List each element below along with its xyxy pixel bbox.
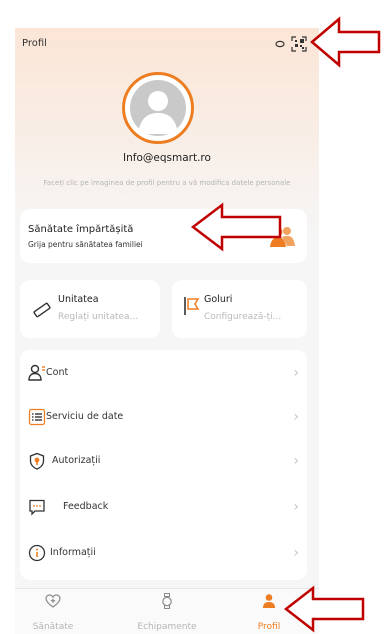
annotation-arrow-icon [283, 585, 365, 633]
list-icon [28, 408, 46, 426]
heart-plus-icon [45, 594, 61, 608]
watch-icon [162, 593, 172, 609]
info-icon [28, 544, 46, 562]
chevron-right-icon: › [293, 499, 299, 515]
menu-item-information[interactable]: Informații › [20, 534, 307, 572]
goals-label: Goluri [204, 294, 233, 305]
unit-label: Unitatea [58, 294, 99, 305]
settings-menu: Cont › Serviciu de date › Autorizații › … [20, 350, 307, 580]
page-title: Profil [22, 38, 47, 49]
unit-subtitle: Reglați unitatea... [58, 312, 139, 322]
flag-icon [184, 297, 200, 315]
shield-icon [29, 452, 45, 470]
person-icon [263, 594, 275, 608]
menu-item-account[interactable]: Cont › [20, 354, 307, 392]
goals-subtitle: Configurează-ți... [204, 312, 282, 322]
chevron-right-icon: › [293, 453, 299, 469]
goals-tile[interactable]: Goluri Configurează-ți... [172, 280, 307, 338]
app-header: Profil [15, 36, 319, 56]
menu-label-account: Cont [46, 367, 69, 378]
header-icons [275, 36, 307, 52]
user-icon [28, 364, 45, 381]
tab-label-health: Sănătate [32, 622, 74, 632]
phone-screen: Profil Info@eqsmart.ro Faceți clic pe im… [15, 28, 319, 634]
menu-item-data-service[interactable]: Serviciu de date › [20, 398, 307, 436]
tab-equipment[interactable]: Echipamente [129, 593, 205, 632]
avatar[interactable] [122, 72, 194, 144]
watch-link-icon[interactable] [275, 40, 285, 48]
bottom-tab-bar: Sănătate Echipamente Profil [15, 588, 319, 634]
tab-health[interactable]: Sănătate [15, 593, 91, 632]
tab-label-equipment: Echipamente [137, 622, 197, 632]
chevron-right-icon: › [293, 545, 299, 561]
qr-scan-icon[interactable] [291, 36, 307, 52]
annotation-arrow-icon [190, 202, 282, 252]
annotation-arrow-icon [310, 16, 381, 68]
unit-tile[interactable]: Unitatea Reglați unitatea... [20, 280, 160, 338]
menu-label-data-service: Serviciu de date [46, 411, 124, 422]
profile-email: Info@eqsmart.ro [123, 152, 211, 164]
menu-item-authorizations[interactable]: Autorizații › [20, 442, 307, 480]
profile-hint: Faceți clic pe imaginea de profil pentru… [43, 179, 291, 187]
shared-health-subtitle: Grija pentru sănătatea familiei [28, 240, 143, 249]
chat-icon [29, 499, 45, 516]
menu-label-authorizations: Autorizații [52, 455, 101, 466]
chevron-right-icon: › [293, 409, 299, 425]
chevron-right-icon: › [293, 365, 299, 381]
shared-health-title: Sănătate împărtășită [28, 224, 134, 235]
menu-label-feedback: Feedback [63, 501, 109, 512]
menu-item-feedback[interactable]: Feedback › [20, 488, 307, 526]
ruler-icon [33, 302, 51, 318]
menu-label-information: Informații [50, 547, 96, 558]
avatar-placeholder-icon [130, 80, 186, 136]
